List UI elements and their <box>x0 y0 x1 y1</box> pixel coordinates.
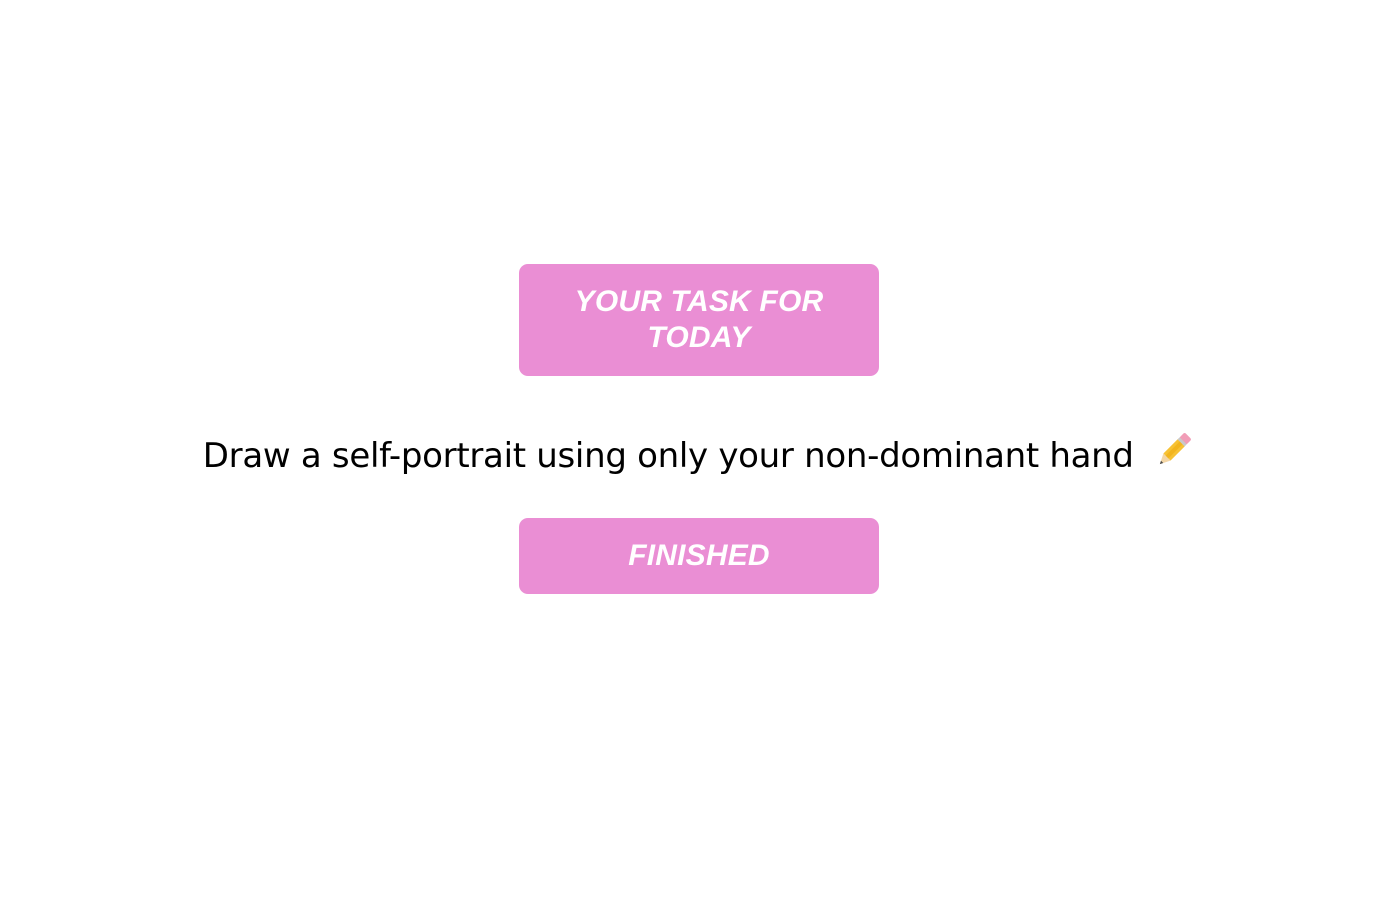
task-description-text: Draw a self-portrait using only your non… <box>202 436 1134 476</box>
task-description: Draw a self-portrait using only your non… <box>0 433 1399 481</box>
finished-button[interactable]: FINISHED <box>519 518 879 594</box>
finished-button-label: FINISHED <box>628 539 770 572</box>
pencil-icon <box>1152 428 1196 481</box>
task-screen: YOUR TASK FOR TODAY Draw a self-portrait… <box>0 0 1399 906</box>
task-header-badge: YOUR TASK FOR TODAY <box>519 264 879 376</box>
task-header-label: YOUR TASK FOR TODAY <box>574 285 824 354</box>
